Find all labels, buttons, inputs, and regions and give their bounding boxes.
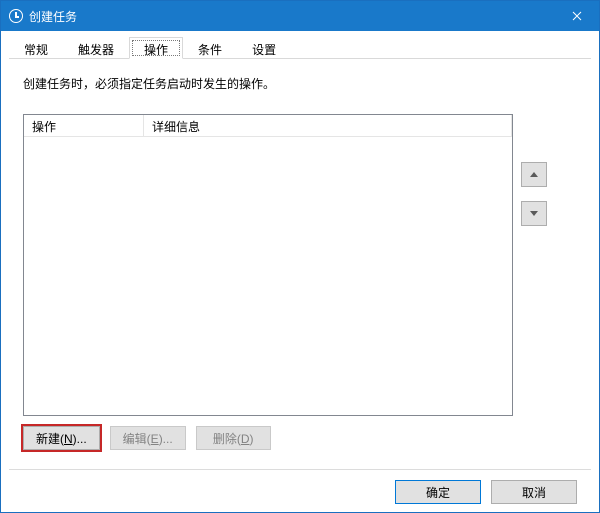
tab-settings[interactable]: 设置	[237, 37, 291, 59]
clock-icon	[9, 9, 23, 23]
delete-button[interactable]: 删除(D)	[196, 426, 271, 450]
tabpage-actions: 创建任务时，必须指定任务启动时发生的操作。 操作 详细信息	[9, 59, 591, 463]
column-details[interactable]: 详细信息	[144, 115, 512, 136]
footer: 确定 取消	[9, 470, 591, 504]
tab-conditions[interactable]: 条件	[183, 37, 237, 59]
list-header: 操作 详细信息	[24, 115, 512, 137]
list-body[interactable]	[24, 137, 512, 415]
close-button[interactable]	[554, 1, 599, 31]
tabstrip: 常规 触发器 操作 条件 设置	[9, 37, 591, 59]
cancel-button[interactable]: 取消	[491, 480, 577, 504]
reorder-buttons	[521, 114, 547, 416]
tab-general[interactable]: 常规	[9, 37, 63, 59]
main-row: 操作 详细信息	[23, 114, 577, 416]
column-operation[interactable]: 操作	[24, 115, 144, 136]
move-up-button[interactable]	[521, 162, 547, 187]
create-task-dialog: 创建任务 常规 触发器 操作 条件 设置 创建任务时，必须指定任务启动时发生的操…	[0, 0, 600, 513]
action-buttons-row: 新建(N)... 编辑(E)... 删除(D)	[23, 426, 577, 450]
tab-triggers[interactable]: 触发器	[63, 37, 129, 59]
instruction-text: 创建任务时，必须指定任务启动时发生的操作。	[23, 75, 577, 92]
triangle-down-icon	[530, 211, 538, 216]
titlebar: 创建任务	[1, 1, 599, 31]
edit-button[interactable]: 编辑(E)...	[110, 426, 186, 450]
ok-button[interactable]: 确定	[395, 480, 481, 504]
move-down-button[interactable]	[521, 201, 547, 226]
tab-actions[interactable]: 操作	[129, 37, 183, 59]
triangle-up-icon	[530, 172, 538, 177]
new-button[interactable]: 新建(N)...	[23, 426, 100, 450]
actions-listview[interactable]: 操作 详细信息	[23, 114, 513, 416]
dialog-body: 常规 触发器 操作 条件 设置 创建任务时，必须指定任务启动时发生的操作。 操作…	[1, 31, 599, 512]
window-title: 创建任务	[29, 8, 554, 25]
